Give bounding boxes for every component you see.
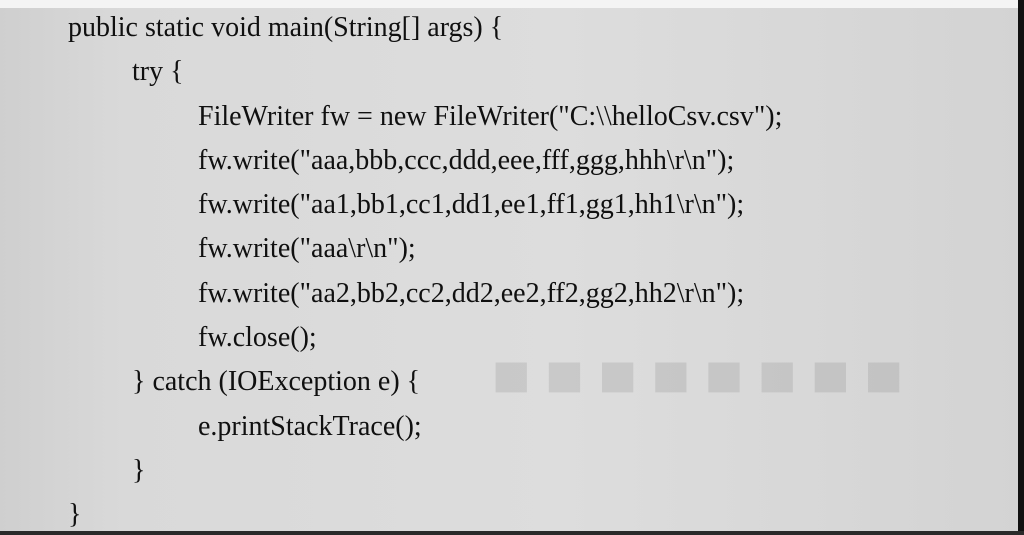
page-right-edge	[1018, 0, 1024, 535]
code-line: e.printStackTrace();	[198, 410, 422, 442]
code-line: fw.write("aa1,bb1,cc1,dd1,ee1,ff1,gg1,hh…	[198, 189, 745, 221]
code-line: fw.close();	[198, 322, 317, 354]
code-line: try {	[132, 56, 184, 88]
code-line: }	[68, 499, 82, 531]
code-line: }	[132, 454, 146, 486]
code-line: fw.write("aaa\r\n");	[198, 233, 416, 265]
code-line: fw.write("aaa,bbb,ccc,ddd,eee,fff,ggg,hh…	[198, 144, 735, 176]
code-line: fw.write("aa2,bb2,cc2,dd2,ee2,ff2,gg2,hh…	[198, 277, 745, 309]
code-line: FileWriter fw = new FileWriter("C:\\hell…	[198, 100, 783, 132]
code-line: } catch (IOException e) {	[132, 366, 421, 398]
page-bottom-edge	[0, 531, 1024, 535]
code-page: ▪▪▪▪▪▪▪▪ public static void main(String[…	[0, 0, 1024, 535]
code-line: public static void main(String[] args) {	[68, 12, 504, 43]
code-block: public static void main(String[] args) {…	[0, 6, 1018, 535]
